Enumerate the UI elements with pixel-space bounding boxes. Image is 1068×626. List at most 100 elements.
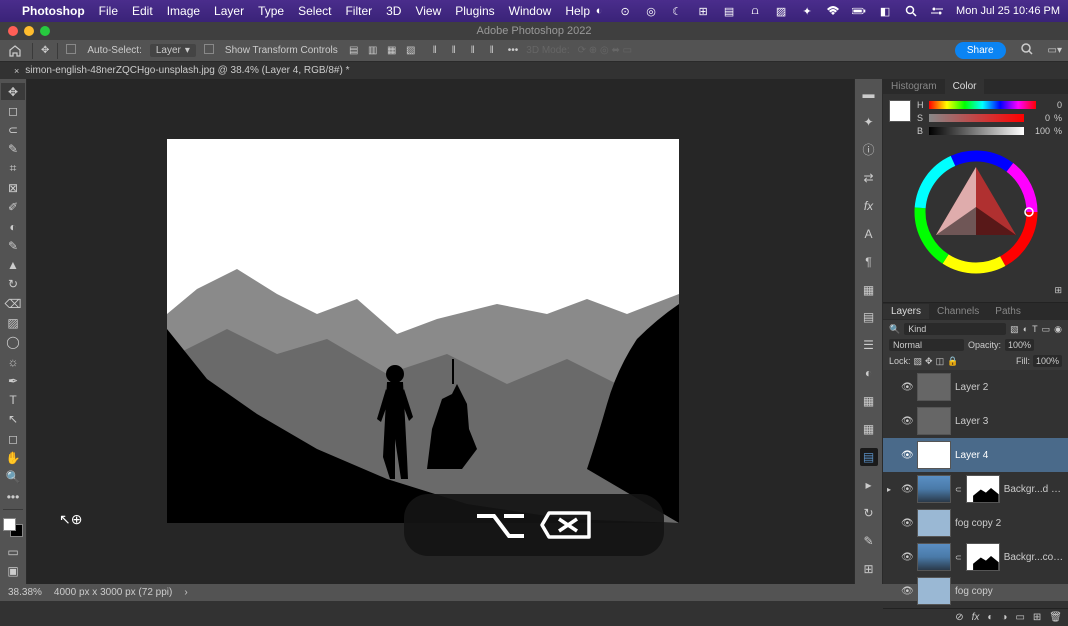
healing-tool[interactable]: ◐	[1, 218, 25, 235]
panel-icon[interactable]: ⓘ	[860, 141, 878, 159]
move-tool-icon[interactable]: ✥	[41, 45, 49, 56]
layer-thumbnail[interactable]	[917, 475, 951, 503]
mask-link-icon[interactable]: ⊂	[955, 553, 962, 562]
menu-3d[interactable]: 3D	[386, 4, 401, 18]
layer-expand-icon[interactable]: ▸	[887, 485, 897, 494]
bri-value[interactable]: 100	[1028, 126, 1050, 136]
hue-slider[interactable]	[929, 101, 1036, 109]
blur-tool[interactable]: ◯	[1, 334, 25, 351]
status-icon[interactable]: ⊞	[696, 4, 710, 18]
lock-pixels-icon[interactable]: ▧	[914, 356, 923, 367]
layer-name[interactable]: fog copy	[955, 586, 1064, 597]
align-top-icon[interactable]: ▧	[403, 44, 419, 58]
menu-edit[interactable]: Edit	[132, 4, 153, 18]
document-tab[interactable]: × simon-english-48nerZQCHgo-unsplash.jpg…	[6, 63, 357, 78]
layer-row[interactable]: 👁 Layer 2	[883, 370, 1068, 404]
marquee-tool[interactable]: ◻	[1, 102, 25, 119]
share-button[interactable]: Share	[955, 42, 1006, 59]
layers-list[interactable]: 👁 Layer 2 👁 Layer 3 👁Layer 4 ▸ 👁 ⊂ Backgr...d co…	[883, 370, 1068, 608]
foreground-color[interactable]	[3, 518, 16, 531]
layer-visibility-icon[interactable]: 👁	[901, 586, 913, 597]
panel-icon[interactable]: fx	[860, 197, 878, 215]
layer-thumbnail[interactable]	[917, 543, 951, 571]
home-icon[interactable]	[6, 42, 24, 60]
bri-slider[interactable]	[929, 127, 1024, 135]
distribute-icon[interactable]: ‖	[446, 44, 462, 58]
filter-icon[interactable]: ▧	[1010, 324, 1019, 335]
layer-visibility-icon[interactable]: 👁	[901, 382, 913, 393]
layer-name[interactable]: Backgr...d copy	[1004, 484, 1064, 495]
document-dimensions[interactable]: 4000 px x 3000 px (72 ppi)	[54, 587, 172, 598]
layer-visibility-icon[interactable]: 👁	[901, 518, 913, 529]
menu-image[interactable]: Image	[167, 4, 200, 18]
status-icon[interactable]: ◎	[644, 4, 658, 18]
panel-icon[interactable]: ⊞	[860, 560, 878, 578]
panel-icon[interactable]: ☰	[860, 336, 878, 354]
mask-icon[interactable]: ◐	[987, 612, 993, 623]
align-right-icon[interactable]: ▦	[384, 44, 400, 58]
autoselect-target-dropdown[interactable]: Layer▾	[150, 44, 196, 57]
control-center-icon[interactable]	[930, 4, 944, 18]
layer-thumbnail[interactable]	[917, 441, 951, 469]
sat-value[interactable]: 0	[1028, 113, 1050, 123]
panel-icon[interactable]: ✎	[860, 532, 878, 550]
layer-thumbnail[interactable]	[917, 509, 951, 537]
frame-tool[interactable]: ⊠	[1, 179, 25, 196]
tab-paths[interactable]: Paths	[987, 304, 1029, 319]
more-tools[interactable]: •••	[1, 488, 25, 505]
eyedropper-tool[interactable]: ✐	[1, 199, 25, 216]
blend-mode-dropdown[interactable]: Normal	[889, 339, 964, 351]
shape-tool[interactable]: ◻	[1, 430, 25, 447]
align-center-h-icon[interactable]: ▥	[365, 44, 381, 58]
hue-value[interactable]: 0	[1040, 100, 1062, 110]
wifi-icon[interactable]	[826, 4, 840, 18]
minimize-window-button[interactable]	[24, 26, 34, 36]
mask-link-icon[interactable]: ⊂	[955, 485, 962, 494]
panel-icon[interactable]: ▬	[860, 85, 878, 103]
layer-visibility-icon[interactable]: 👁	[901, 450, 913, 461]
layer-name[interactable]: Layer 3	[955, 416, 1064, 427]
new-layer-icon[interactable]: ⊞	[1033, 612, 1041, 623]
filter-icon[interactable]: ◉	[1054, 324, 1062, 335]
layer-row[interactable]: 👁 Layer 3	[883, 404, 1068, 438]
menu-help[interactable]: Help	[565, 4, 590, 18]
link-layers-icon[interactable]: ⊘	[955, 612, 963, 623]
menu-file[interactable]: File	[99, 4, 118, 18]
layer-visibility-icon[interactable]: 👁	[901, 416, 913, 427]
layer-row[interactable]: 👁 fog copy	[883, 574, 1068, 608]
lock-artboard-icon[interactable]: ◫	[936, 356, 945, 367]
filter-icon[interactable]: ◐	[1023, 324, 1028, 335]
layer-row[interactable]: 👁⊂Backgr...copy 2	[883, 540, 1068, 574]
layer-name[interactable]: Layer 2	[955, 382, 1064, 393]
adjustment-icon[interactable]: ◑	[1001, 612, 1007, 623]
layer-mask-thumbnail[interactable]	[966, 475, 1000, 503]
panel-icon[interactable]: ◐	[860, 364, 878, 382]
move-tool[interactable]: ✥	[1, 83, 25, 100]
app-menu[interactable]: Photoshop	[22, 4, 85, 18]
tab-color[interactable]: Color	[945, 79, 985, 94]
panel-icon[interactable]: ↻	[860, 504, 878, 522]
battery-icon[interactable]	[852, 4, 866, 18]
menu-layer[interactable]: Layer	[214, 4, 244, 18]
distribute-icon[interactable]: ‖	[465, 44, 481, 58]
layer-visibility-icon[interactable]: 👁	[901, 484, 913, 495]
quick-select-tool[interactable]: ✎	[1, 141, 25, 158]
eraser-tool[interactable]: ⌫	[1, 295, 25, 312]
distribute-icon[interactable]: ‖	[427, 44, 443, 58]
path-select-tool[interactable]: ↖	[1, 411, 25, 428]
history-brush-tool[interactable]: ↻	[1, 276, 25, 293]
search-icon[interactable]	[1020, 42, 1034, 59]
screen-mode-icon[interactable]: ▣	[1, 563, 25, 580]
quick-mask-icon[interactable]: ▭	[1, 543, 25, 560]
transform-controls-checkbox[interactable]	[204, 44, 217, 57]
sat-slider[interactable]	[929, 114, 1024, 122]
trash-icon[interactable]: 🗑	[1049, 612, 1062, 623]
panel-icon[interactable]: A	[860, 225, 878, 243]
fx-icon[interactable]: fx	[972, 612, 980, 623]
tab-channels[interactable]: Channels	[929, 304, 987, 319]
autoselect-checkbox[interactable]	[66, 44, 79, 57]
layer-row[interactable]: 👁Layer 4	[883, 438, 1068, 472]
layer-visibility-icon[interactable]: 👁	[901, 552, 913, 563]
fill-value[interactable]: 100%	[1033, 355, 1062, 367]
status-icon[interactable]: ✦	[800, 4, 814, 18]
